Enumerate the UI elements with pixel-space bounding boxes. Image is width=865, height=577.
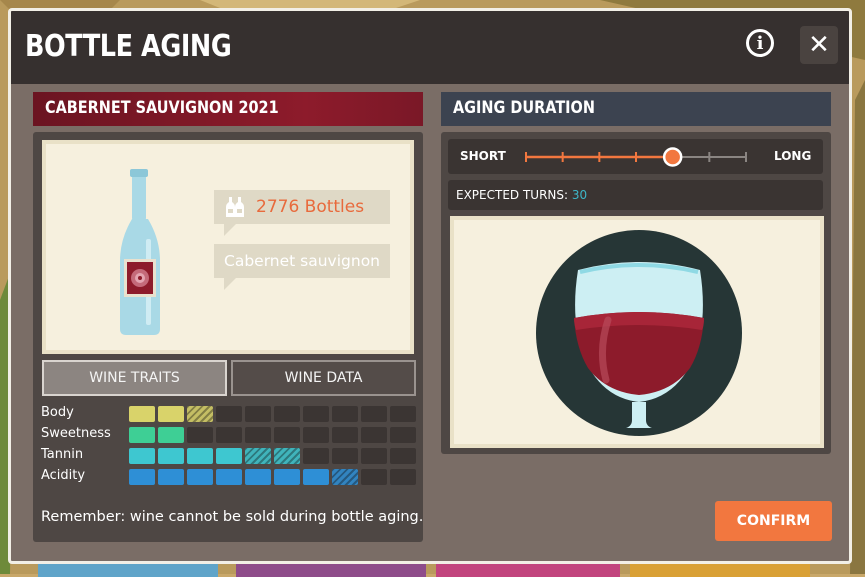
trait-cell-empty (361, 469, 387, 485)
trait-cell-empty (390, 448, 416, 464)
bottles-icon (226, 197, 244, 217)
trait-cell-filled (303, 469, 329, 485)
trait-cell-empty (303, 448, 329, 464)
trait-cell-partial (245, 448, 271, 464)
trait-cell-filled (274, 469, 300, 485)
wine-glass-icon (536, 230, 742, 436)
trait-cell-filled (216, 469, 242, 485)
trait-cell-empty (390, 469, 416, 485)
info-icon[interactable]: i (746, 29, 774, 57)
trait-cell-partial (187, 406, 213, 422)
trait-cell-empty (361, 406, 387, 422)
trait-cell-filled (158, 469, 184, 485)
tab-wine-data-label: WINE DATA (284, 370, 363, 386)
variety-bubble: Cabernet sauvignon (214, 244, 390, 290)
expected-turns-label: EXPECTED TURNS: (456, 188, 572, 202)
trait-cell-empty (390, 406, 416, 422)
tab-wine-data[interactable]: WINE DATA (231, 360, 416, 396)
wine-name: CABERNET SAUVIGNON 2021 (45, 98, 279, 118)
modal-title: BOTTLE AGING (25, 29, 232, 64)
bottle-display: 2776 Bottles Cabernet sauvignon (42, 140, 414, 354)
tab-wine-traits[interactable]: WINE TRAITS (42, 360, 227, 396)
trait-cell-empty (332, 427, 358, 443)
aging-reminder: Remember: wine cannot be sold during bot… (41, 509, 424, 525)
modal-header: BOTTLE AGING i ✕ (11, 11, 849, 84)
trait-cell-empty (332, 448, 358, 464)
close-button[interactable]: ✕ (800, 26, 838, 64)
wine-bottle-icon (120, 169, 160, 335)
slider-handle[interactable] (662, 147, 683, 167)
trait-cell-empty (361, 448, 387, 464)
slider-long-label: LONG (774, 149, 812, 163)
wine-name-header: CABERNET SAUVIGNON 2021 (33, 92, 423, 126)
trait-cell-filled (187, 448, 213, 464)
trait-cell-empty (361, 427, 387, 443)
trait-cell-filled (187, 469, 213, 485)
trait-cell-filled (129, 469, 155, 485)
trait-cell-empty (187, 427, 213, 443)
trait-row-acidity: Acidity (41, 467, 421, 488)
trait-cell-filled (129, 427, 155, 443)
expected-turns-box: EXPECTED TURNS: 30 (448, 180, 823, 210)
wine-glass-display (450, 216, 824, 448)
expected-turns-value: 30 (571, 188, 588, 202)
trait-cell-empty (303, 406, 329, 422)
trait-cell-filled (158, 427, 184, 443)
trait-cell-empty (274, 427, 300, 443)
trait-cell-empty (303, 427, 329, 443)
trait-label: Tannin (41, 447, 84, 462)
aging-duration-slider[interactable] (522, 144, 752, 170)
trait-label: Body (41, 405, 74, 420)
trait-row-body: Body (41, 404, 421, 425)
confirm-label: CONFIRM (736, 513, 811, 529)
trait-cell-filled (216, 448, 242, 464)
trait-cell-empty (332, 406, 358, 422)
trait-cell-filled (245, 469, 271, 485)
aging-panel: SHORT LONG EXPECTED TURNS: 30 (441, 132, 831, 454)
aging-slider-box: SHORT LONG (448, 139, 823, 174)
trait-row-tannin: Tannin (41, 446, 421, 467)
aging-duration-title: AGING DURATION (453, 98, 595, 118)
trait-bars: Body Sweetness Tannin Acidity (41, 404, 421, 488)
close-icon: ✕ (808, 30, 830, 60)
trait-cell-empty (390, 427, 416, 443)
expected-turns: EXPECTED TURNS: 30 (456, 188, 587, 202)
info-glyph: i (756, 32, 764, 54)
trait-cell-filled (158, 448, 184, 464)
trait-tabs: WINE TRAITS WINE DATA (42, 360, 416, 396)
aging-duration-header: AGING DURATION (441, 92, 831, 126)
trait-label: Acidity (41, 468, 86, 483)
wine-panel: 2776 Bottles Cabernet sauvignon WINE TRA… (33, 132, 423, 542)
trait-cell-filled (158, 406, 184, 422)
wine-variety: Cabernet sauvignon (224, 252, 381, 270)
slider-short-label: SHORT (460, 149, 506, 163)
trait-row-sweetness: Sweetness (41, 425, 421, 446)
trait-cell-empty (245, 427, 271, 443)
trait-cell-partial (332, 469, 358, 485)
confirm-button[interactable]: CONFIRM (715, 501, 832, 541)
bottle-count: 2776 Bottles (256, 197, 365, 217)
bottle-count-bubble: 2776 Bottles (214, 190, 390, 236)
trait-cell-empty (274, 406, 300, 422)
trait-cell-filled (129, 406, 155, 422)
bottle-aging-modal: BOTTLE AGING i ✕ CABERNET SAUVIGNON 2021 (8, 8, 852, 564)
trait-cell-empty (245, 406, 271, 422)
trait-label: Sweetness (41, 426, 111, 441)
trait-cell-partial (274, 448, 300, 464)
tab-wine-traits-label: WINE TRAITS (89, 370, 180, 386)
trait-cell-empty (216, 427, 242, 443)
trait-cell-empty (216, 406, 242, 422)
trait-cell-filled (129, 448, 155, 464)
